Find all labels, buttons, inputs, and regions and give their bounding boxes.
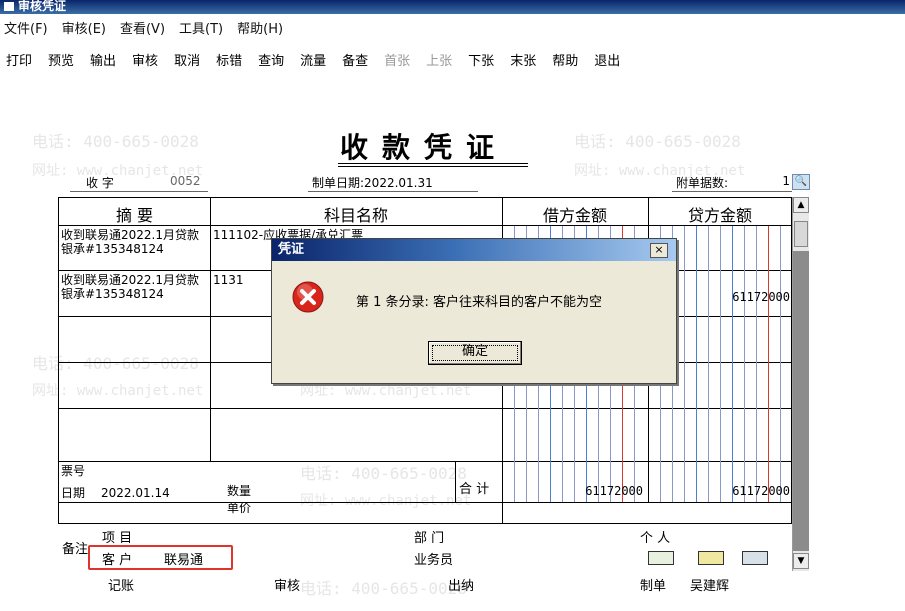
toolbar-exit-button[interactable]: 退出 (594, 50, 620, 69)
total-label: 合 计 (459, 482, 490, 497)
title-underline (338, 163, 528, 164)
watermark-phone: 电话: 400-665-0028 (32, 132, 199, 151)
ledger-column-line (684, 226, 685, 502)
focus-ring (432, 345, 518, 361)
total-debit-amount: 61172000 (585, 484, 643, 498)
ledger-column-line (708, 226, 709, 502)
toolbar-export-button[interactable]: 输出 (90, 50, 116, 69)
attachment-lookup-icon[interactable]: 🔍 (792, 174, 810, 190)
ledger-column-line (744, 226, 745, 502)
menu-tools[interactable]: 工具(T) (179, 18, 223, 37)
pencil-icon[interactable] (742, 551, 768, 565)
header-credit: 贷方金额 (687, 206, 752, 225)
attachment-count[interactable]: 1 (760, 174, 790, 188)
person-label: 个 人 (640, 531, 671, 546)
dialog-title: 凭证 (272, 239, 676, 261)
voucher-number[interactable]: 0052 (170, 174, 201, 188)
toolbar-memo-button[interactable]: 备查 (342, 50, 368, 69)
voucher-date-underline (308, 191, 478, 192)
app-icon (4, 2, 14, 11)
toolbar-help-button[interactable]: 帮助 (552, 50, 578, 69)
grid-divider (59, 461, 792, 462)
salesperson-label: 业务员 (414, 553, 454, 568)
quantity-label: 数量 (227, 484, 252, 498)
watermark-phone: 电话: 400-665-0028 (574, 132, 741, 151)
vertical-scrollbar[interactable]: ▲ ▼ (792, 197, 809, 571)
grid-divider (210, 198, 211, 462)
footer-date-label: 日期 (61, 486, 86, 500)
total-credit-amount: 61172000 (732, 484, 790, 498)
project-label: 项 目 (102, 531, 133, 546)
voucher-date[interactable]: 2022.01.31 (364, 176, 433, 190)
price-label: 单价 (227, 501, 252, 515)
window-title-bar: 审核凭证 (0, 0, 905, 14)
toolbar-print-button[interactable]: 打印 (6, 50, 32, 69)
window-title: 审核凭证 (18, 0, 67, 13)
voucher-title: 收款凭证 (340, 131, 509, 164)
toolbar-cancel-button[interactable]: 取消 (174, 50, 200, 69)
menu-view[interactable]: 查看(V) (120, 18, 165, 37)
ticket-label: 票号 (61, 464, 86, 478)
title-underline (338, 166, 528, 167)
error-icon (292, 281, 324, 313)
dialog-ok-button[interactable]: 确定 (428, 341, 522, 365)
grid-divider (59, 502, 792, 503)
dialog-message: 第 1 条分录: 客户往来科目的客户不能为空 (356, 295, 603, 310)
menu-file[interactable]: 文件(F) (4, 18, 48, 37)
scroll-up-icon[interactable]: ▲ (793, 197, 809, 213)
ledger-column-line (768, 226, 769, 502)
toolbar-cashflow-button[interactable]: 流量 (300, 50, 326, 69)
toolbar-prev-button[interactable]: 上张 (426, 50, 452, 69)
ledger-column-line (720, 226, 721, 502)
voucher-word-underline (70, 191, 208, 192)
toolbar-next-button[interactable]: 下张 (468, 50, 494, 69)
bookkeeper-label: 记账 (108, 579, 135, 594)
toolbar-mark-error-button[interactable]: 标错 (216, 50, 242, 69)
ledger-column-line (696, 226, 697, 502)
cashier-label: 出纳 (448, 579, 475, 594)
toolbar-preview-button[interactable]: 预览 (48, 50, 74, 69)
department-label: 部 门 (414, 531, 445, 546)
maker-label: 制单 (640, 579, 667, 594)
entry-summary[interactable]: 收到联易通2022.1月贷款银承#135348124 (61, 228, 209, 256)
menu-audit[interactable]: 审核(E) (62, 18, 106, 37)
attachment-underline (672, 191, 792, 192)
attachment-label: 附单据数: (676, 176, 729, 190)
toolbar: 打印 预览 输出 审核 取消 标错 查询 流量 备查 首张 上张 下张 末张 帮… (0, 46, 905, 72)
menu-help[interactable]: 帮助(H) (237, 18, 283, 37)
dialog-close-icon[interactable]: × (650, 243, 668, 258)
toolbar-query-button[interactable]: 查询 (258, 50, 284, 69)
toolbar-first-button[interactable]: 首张 (384, 50, 410, 69)
header-summary: 摘 要 (115, 206, 154, 225)
monitor-icon[interactable] (698, 551, 724, 565)
ledger-column-line (756, 226, 757, 502)
header-debit: 借方金额 (542, 206, 607, 225)
menu-bar: 文件(F) 审核(E) 查看(V) 工具(T) 帮助(H) (0, 16, 905, 38)
total-divider (455, 461, 456, 502)
notes-label: 备注 (62, 542, 89, 557)
voucher-word: 收 字 (86, 176, 114, 190)
ledger-column-line (780, 226, 781, 502)
scroll-down-icon[interactable]: ▼ (793, 553, 809, 569)
ledger-icon[interactable] (648, 551, 674, 565)
scroll-track[interactable] (793, 251, 809, 551)
scroll-thumb[interactable] (794, 221, 808, 247)
maker-name: 吴建辉 (690, 579, 730, 594)
auditor-label: 审核 (274, 579, 301, 594)
customer-highlight-box (88, 545, 233, 570)
toolbar-last-button[interactable]: 末张 (510, 50, 536, 69)
footer-date-value[interactable]: 2022.01.14 (101, 486, 170, 500)
grid-divider (59, 408, 792, 409)
watermark-phone: 电话: 400-665-0028 (300, 579, 467, 598)
toolbar-audit-button[interactable]: 审核 (132, 50, 158, 69)
error-dialog: 凭证 × 第 1 条分录: 客户往来科目的客户不能为空 确定 (271, 238, 677, 384)
voucher-date-label: 制单日期:2022.01.31 (312, 176, 433, 190)
entry-summary[interactable]: 收到联易通2022.1月贷款银承#135348124 (61, 273, 209, 301)
ledger-column-line (732, 226, 733, 502)
header-subject: 科目名称 (323, 206, 388, 225)
